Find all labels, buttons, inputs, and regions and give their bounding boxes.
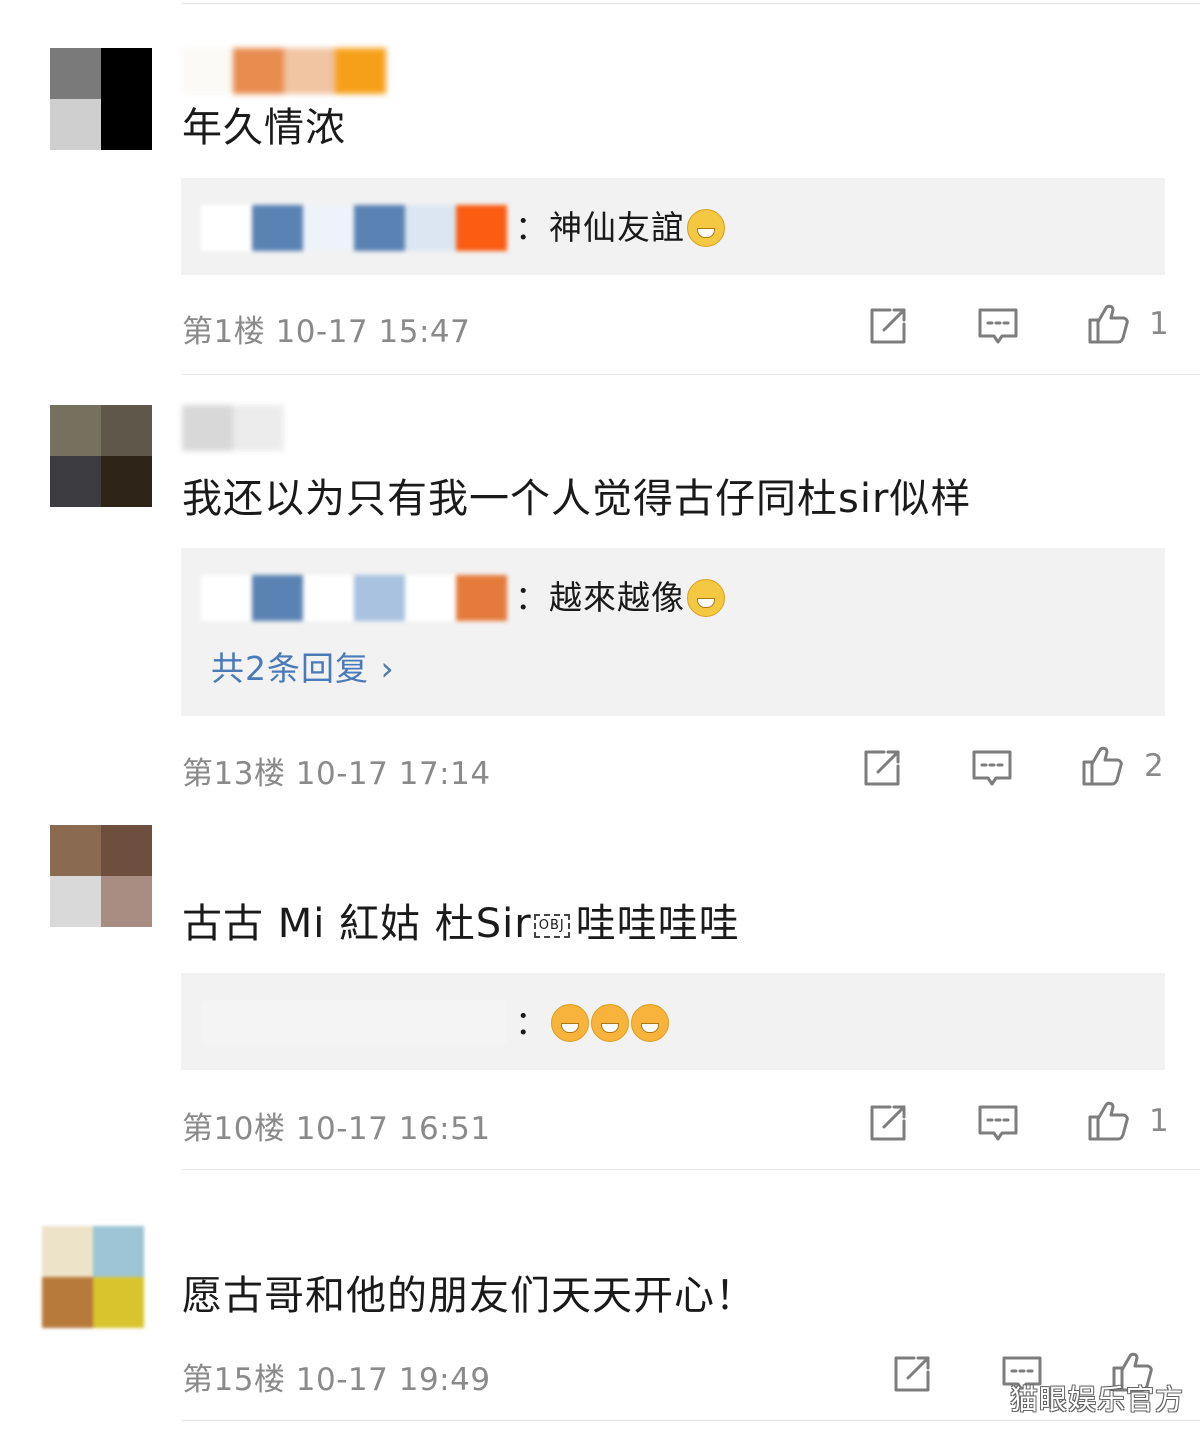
like-count: 1 — [1149, 306, 1169, 342]
avatar[interactable] — [50, 405, 152, 507]
comment-text-after: 哇哇哇哇 — [575, 901, 740, 947]
redaction-block — [201, 575, 252, 621]
reply-box[interactable]: ：越來越像 共2条回复 › — [181, 548, 1165, 716]
redaction-block — [456, 205, 507, 251]
emoji-icon — [551, 1004, 589, 1042]
share-icon[interactable] — [864, 302, 912, 350]
redaction-block — [233, 405, 284, 451]
reply-username-redacted[interactable] — [201, 575, 507, 621]
like-icon[interactable] — [1078, 742, 1126, 790]
emoji-icon — [591, 1004, 629, 1042]
like-count: 2 — [1144, 748, 1164, 784]
redaction-block — [182, 405, 233, 451]
username-redacted[interactable] — [182, 48, 386, 94]
redaction-block — [405, 1000, 456, 1046]
comment-text: 年久情浓 — [182, 105, 346, 151]
reply-box[interactable]: ：神仙友誼 — [181, 178, 1165, 275]
reply-text: ： — [515, 1003, 549, 1042]
avatar-block — [101, 405, 152, 456]
divider — [182, 374, 1200, 375]
redaction-block — [354, 205, 405, 251]
top-divider — [182, 3, 1200, 4]
share-icon[interactable] — [858, 744, 906, 792]
comment-text-before: 古古 Mi 紅姑 杜Sir — [182, 901, 532, 947]
redaction-block — [354, 575, 405, 621]
emoji-group — [685, 209, 725, 247]
emoji-group — [549, 1004, 669, 1042]
redaction-block — [252, 205, 303, 251]
redaction-block — [456, 1000, 507, 1046]
divider — [182, 1420, 1200, 1421]
redaction-block — [354, 1000, 405, 1046]
redaction-block — [335, 48, 386, 94]
avatar-block — [50, 876, 101, 927]
redaction-block — [252, 1000, 303, 1046]
avatar-block — [93, 1226, 144, 1277]
avatar[interactable] — [50, 825, 152, 927]
emoji-icon — [687, 209, 725, 247]
like-icon[interactable] — [1084, 1097, 1132, 1145]
avatar-block — [93, 1277, 144, 1328]
avatar-block — [101, 825, 152, 876]
redaction-block — [284, 48, 335, 94]
reply-line: ：神仙友誼 — [201, 202, 725, 254]
avatar-block — [101, 48, 152, 99]
redaction-block — [405, 575, 456, 621]
avatar-block — [42, 1226, 93, 1277]
reply-username-redacted[interactable] — [201, 205, 507, 251]
like-icon[interactable] — [1084, 300, 1132, 348]
username-redacted[interactable] — [182, 405, 284, 451]
avatar-block — [101, 99, 152, 150]
floor-timestamp: 第13楼 10-17 17:14 — [182, 756, 491, 792]
reply-box[interactable]: ： — [181, 973, 1165, 1070]
comment-icon[interactable] — [974, 302, 1022, 350]
avatar-block — [101, 456, 152, 507]
divider — [182, 1169, 1200, 1170]
avatar-block — [50, 456, 101, 507]
redaction-block — [252, 575, 303, 621]
redaction-block — [303, 205, 354, 251]
reply-username-redacted[interactable] — [201, 1000, 507, 1046]
comment-icon[interactable] — [974, 1099, 1022, 1147]
object-placeholder: OBJ — [533, 914, 570, 938]
emoji-group — [685, 579, 725, 617]
redaction-block — [456, 575, 507, 621]
comment-icon[interactable] — [968, 744, 1016, 792]
like-count: 1 — [1149, 1103, 1169, 1139]
comment-text: 古古 Mi 紅姑 杜Sir OBJ 哇哇哇哇 — [182, 900, 740, 948]
avatar-block — [50, 99, 101, 150]
redaction-block — [201, 1000, 252, 1046]
reply-line: ： — [201, 997, 669, 1049]
comment-text: 我还以为只有我一个人觉得古仔同杜sir似样 — [182, 476, 972, 522]
floor-timestamp: 第15楼 10-17 19:49 — [182, 1362, 491, 1398]
avatar-block — [50, 825, 101, 876]
redaction-block — [233, 48, 284, 94]
redaction-block — [303, 1000, 354, 1046]
avatar-block — [42, 1277, 93, 1328]
reply-text: ：神仙友誼 — [515, 208, 685, 247]
comment-text: 愿古哥和他的朋友们天天开心！ — [182, 1273, 756, 1319]
redaction-block — [182, 48, 233, 94]
share-icon[interactable] — [888, 1350, 936, 1398]
avatar-block — [50, 48, 101, 99]
view-replies-link[interactable]: 共2条回复 › — [211, 642, 395, 690]
avatar[interactable] — [42, 1226, 144, 1328]
emoji-icon — [631, 1004, 669, 1042]
floor-timestamp: 第10楼 10-17 16:51 — [182, 1111, 491, 1147]
reply-text: ：越來越像 — [515, 578, 685, 617]
redaction-block — [303, 575, 354, 621]
emoji-icon — [687, 579, 725, 617]
floor-timestamp: 第1楼 10-17 15:47 — [182, 314, 471, 350]
redaction-block — [405, 205, 456, 251]
reply-line: ：越來越像 — [201, 572, 725, 624]
share-icon[interactable] — [864, 1099, 912, 1147]
avatar-block — [50, 405, 101, 456]
redaction-block — [201, 205, 252, 251]
watermark: 猫眼娱乐官方 — [1009, 1383, 1184, 1416]
avatar[interactable] — [50, 48, 152, 150]
avatar-block — [101, 876, 152, 927]
